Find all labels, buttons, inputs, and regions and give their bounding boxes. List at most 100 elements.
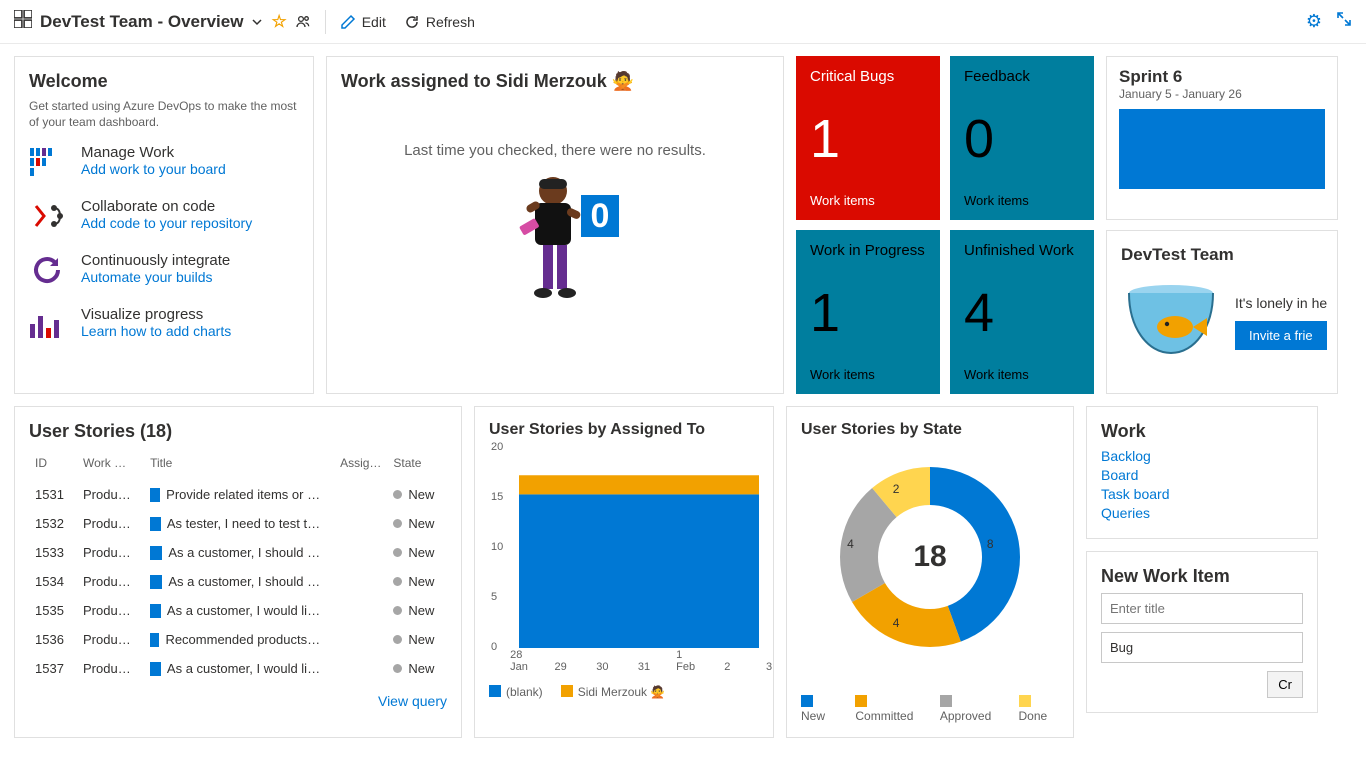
link-queries[interactable]: Queries <box>1101 505 1303 521</box>
new-item-title: New Work Item <box>1101 566 1303 587</box>
lonely-text: It's lonely in he <box>1235 295 1327 311</box>
welcome-item-manage-work: Manage Work Add work to your board <box>29 144 299 180</box>
chart-title: User Stories by Assigned To <box>489 421 759 439</box>
bar-chart-icon <box>29 306 65 342</box>
work-assigned-message: Last time you checked, there were no res… <box>341 142 769 159</box>
welcome-item-collaborate: Collaborate on code Add code to your rep… <box>29 198 299 234</box>
tile-sub: Work items <box>964 193 1080 208</box>
tile-title: Critical Bugs <box>810 68 926 85</box>
donut-chart: 188442 <box>801 447 1059 667</box>
welcome-item-link[interactable]: Add work to your board <box>81 161 226 177</box>
refresh-button[interactable]: Refresh <box>404 14 475 30</box>
team-icon[interactable] <box>295 14 311 30</box>
link-taskboard[interactable]: Task board <box>1101 486 1303 502</box>
donut-chart-legend: NewCommittedApprovedDone <box>801 695 1059 723</box>
gear-icon[interactable]: ⚙ <box>1306 11 1322 32</box>
work-item-icon <box>150 488 160 502</box>
user-stories-widget: User Stories (18) ID Work … Title Assig…… <box>14 406 462 738</box>
table-row[interactable]: 1532Produ…As tester, I need to test t…Ne… <box>29 509 447 538</box>
tile-sub: Work items <box>964 367 1080 382</box>
tile-critical-bugs[interactable]: Critical Bugs 1 Work items <box>796 56 940 220</box>
tile-value: 1 <box>810 259 926 367</box>
fullscreen-icon[interactable] <box>1336 11 1352 32</box>
work-item-icon <box>150 633 159 647</box>
stories-title: User Stories (18) <box>29 421 447 442</box>
tile-value: 4 <box>964 259 1080 367</box>
chart-title: User Stories by State <box>801 421 1059 439</box>
zero-count-badge: 0 <box>581 195 619 237</box>
tile-wip[interactable]: Work in Progress 1 Work items <box>796 230 940 394</box>
empty-state-illustration: 0 <box>495 169 615 319</box>
tile-value: 0 <box>964 85 1080 193</box>
divider <box>325 10 326 34</box>
new-item-type-select[interactable]: Bug <box>1101 632 1303 663</box>
refresh-label: Refresh <box>426 14 475 30</box>
new-work-item-widget: New Work Item Bug Cr <box>1086 551 1318 713</box>
work-item-icon <box>150 604 161 618</box>
counter-tiles: Critical Bugs 1 Work items Feedback 0 Wo… <box>796 56 1094 394</box>
area-chart-legend: (blank)Sidi Merzouk 🙅 <box>489 685 759 699</box>
col-title[interactable]: Title <box>144 448 334 480</box>
welcome-item-title: Manage Work <box>81 144 226 161</box>
table-row[interactable]: 1537Produ…As a customer, I would li…New <box>29 654 447 683</box>
tile-unfinished[interactable]: Unfinished Work 4 Work items <box>950 230 1094 394</box>
welcome-item-link[interactable]: Add code to your repository <box>81 215 252 231</box>
table-row[interactable]: 1533Produ…As a customer, I should …New <box>29 538 447 567</box>
welcome-item-link[interactable]: Automate your builds <box>81 269 213 285</box>
fishbowl-icon <box>1121 275 1221 370</box>
welcome-item-title: Collaborate on code <box>81 198 252 215</box>
dashboard-icon <box>14 10 32 33</box>
col-id[interactable]: ID <box>29 448 77 480</box>
link-board[interactable]: Board <box>1101 467 1303 483</box>
team-members-widget: DevTest Team It's lonely in he Invite a … <box>1106 230 1338 394</box>
edit-button[interactable]: Edit <box>340 14 386 30</box>
table-row[interactable]: 1534Produ…As a customer, I should …New <box>29 567 447 596</box>
tile-title: Feedback <box>964 68 1080 85</box>
new-item-title-input[interactable] <box>1101 593 1303 624</box>
create-button[interactable]: Cr <box>1267 671 1303 698</box>
area-chart: 0510152028Jan2930311Feb23 <box>519 447 759 657</box>
link-backlog[interactable]: Backlog <box>1101 448 1303 464</box>
star-icon[interactable]: ☆ <box>271 12 286 32</box>
welcome-item-title: Continuously integrate <box>81 252 230 269</box>
tile-feedback[interactable]: Feedback 0 Work items <box>950 56 1094 220</box>
welcome-item-title: Visualize progress <box>81 306 231 323</box>
table-row[interactable]: 1536Produ…Recommended products…New <box>29 625 447 654</box>
tile-title: Work in Progress <box>810 242 926 259</box>
stories-by-state-widget: User Stories by State 188442 NewCommitte… <box>786 406 1074 738</box>
tile-value: 1 <box>810 85 926 193</box>
work-assigned-widget: Work assigned to Sidi Merzouk 🙅 Last tim… <box>326 56 784 394</box>
sprint-burndown-bar <box>1119 109 1325 189</box>
welcome-subtitle: Get started using Azure DevOps to make t… <box>29 98 299 130</box>
sprint-title: Sprint 6 <box>1119 67 1325 87</box>
table-row[interactable]: 1531Produ…Provide related items or …New <box>29 480 447 509</box>
view-query-link[interactable]: View query <box>378 693 447 709</box>
invite-button[interactable]: Invite a frie <box>1235 321 1327 350</box>
sprint-dates: January 5 - January 26 <box>1119 87 1325 101</box>
dashboard-title[interactable]: DevTest Team - Overview <box>40 12 243 32</box>
col-assign[interactable]: Assig… <box>334 448 387 480</box>
col-worktype[interactable]: Work … <box>77 448 144 480</box>
work-item-icon <box>150 517 161 531</box>
edit-label: Edit <box>362 14 386 30</box>
work-links-widget: Work Backlog Board Task board Queries <box>1086 406 1318 539</box>
team-title: DevTest Team <box>1121 245 1323 265</box>
sprint-widget[interactable]: Sprint 6 January 5 - January 26 <box>1106 56 1338 220</box>
welcome-widget: Welcome Get started using Azure DevOps t… <box>14 56 314 394</box>
work-item-icon <box>150 546 162 560</box>
tile-sub: Work items <box>810 193 926 208</box>
welcome-title: Welcome <box>29 71 299 92</box>
board-icon <box>29 144 65 180</box>
work-links-title: Work <box>1101 421 1303 442</box>
welcome-item-link[interactable]: Learn how to add charts <box>81 323 231 339</box>
work-item-icon <box>150 575 162 589</box>
work-item-icon <box>150 662 161 676</box>
cycle-icon <box>29 252 65 288</box>
chevron-down-icon[interactable] <box>251 16 263 28</box>
table-row[interactable]: 1535Produ…As a customer, I would li…New <box>29 596 447 625</box>
stories-table: ID Work … Title Assig… State 1531Produ…P… <box>29 448 447 683</box>
col-state[interactable]: State <box>387 448 447 480</box>
stories-by-assignee-widget: User Stories by Assigned To 0510152028Ja… <box>474 406 774 738</box>
welcome-item-visualize: Visualize progress Learn how to add char… <box>29 306 299 342</box>
code-branch-icon <box>29 198 65 234</box>
